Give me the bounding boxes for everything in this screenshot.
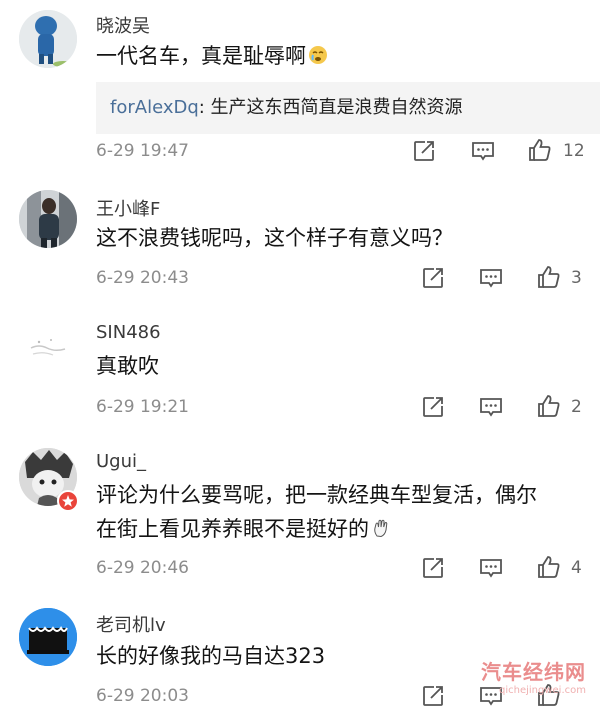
- verified-badge-icon: [57, 490, 79, 512]
- comment-text: 一代名车，真是耻辱啊: [96, 40, 328, 73]
- timestamp: 6-29 20:03: [96, 686, 189, 706]
- timestamp: 6-29 20:46: [96, 558, 189, 578]
- share-icon[interactable]: [420, 394, 446, 420]
- comment-text: 真敢吹: [96, 354, 159, 378]
- username[interactable]: 老司机lv: [96, 611, 166, 637]
- timestamp: 6-29 19:47: [96, 141, 189, 161]
- hand-gesture-emoji: [371, 515, 391, 538]
- share-icon[interactable]: [420, 265, 446, 291]
- avatar[interactable]: [19, 608, 77, 666]
- comment-body: 一代名车，真是耻辱啊: [96, 44, 306, 68]
- share-icon[interactable]: [420, 683, 446, 709]
- comment-text-line-1: 评论为什么要骂呢，把一款经典车型复活，偶尔: [96, 483, 537, 507]
- comment-text: 这不浪费钱呢吗，这个样子有意义吗？: [96, 226, 453, 250]
- like-count: 4: [571, 558, 582, 578]
- share-icon[interactable]: [411, 138, 437, 164]
- reply-username[interactable]: forAlexDq: [110, 97, 199, 118]
- avatar[interactable]: [19, 190, 77, 248]
- username[interactable]: 王小峰F: [96, 195, 160, 221]
- avatar[interactable]: [19, 10, 77, 68]
- like-count: 12: [563, 141, 585, 161]
- share-icon[interactable]: [420, 555, 446, 581]
- avatar[interactable]: [19, 318, 77, 376]
- comment-icon[interactable]: [478, 394, 504, 420]
- watermark-url: qichejingwei.com: [498, 685, 586, 696]
- comment-icon[interactable]: [470, 138, 496, 164]
- site-watermark: 汽车经纬网 qichejingwei.com: [481, 656, 586, 696]
- username[interactable]: Ugui_: [96, 451, 146, 472]
- username[interactable]: 晓波吴: [96, 12, 150, 38]
- like-icon[interactable]: [536, 554, 562, 580]
- comment-text: 长的好像我的马自达323: [96, 644, 326, 668]
- crying-face-emoji: [308, 42, 328, 64]
- reply-box[interactable]: forAlexDq: 生产这东西简直是浪费自然资源: [96, 82, 600, 134]
- comment-body: 在街上看见养养眼不是挺好的: [96, 517, 369, 541]
- like-icon[interactable]: [536, 393, 562, 419]
- like-icon[interactable]: [527, 137, 553, 163]
- like-count: 3: [571, 268, 582, 288]
- watermark-title: 汽车经纬网: [481, 660, 586, 684]
- like-icon[interactable]: [536, 264, 562, 290]
- reply-text: forAlexDq: 生产这东西简直是浪费自然资源: [110, 93, 463, 119]
- comment-icon[interactable]: [478, 265, 504, 291]
- timestamp: 6-29 20:43: [96, 268, 189, 288]
- comment-text-line-2: 在街上看见养养眼不是挺好的: [96, 513, 391, 546]
- username[interactable]: SIN486: [96, 322, 161, 343]
- reply-body: : 生产这东西简直是浪费自然资源: [198, 97, 463, 118]
- comment-icon[interactable]: [478, 555, 504, 581]
- timestamp: 6-29 19:21: [96, 397, 189, 417]
- like-count: 2: [571, 397, 582, 417]
